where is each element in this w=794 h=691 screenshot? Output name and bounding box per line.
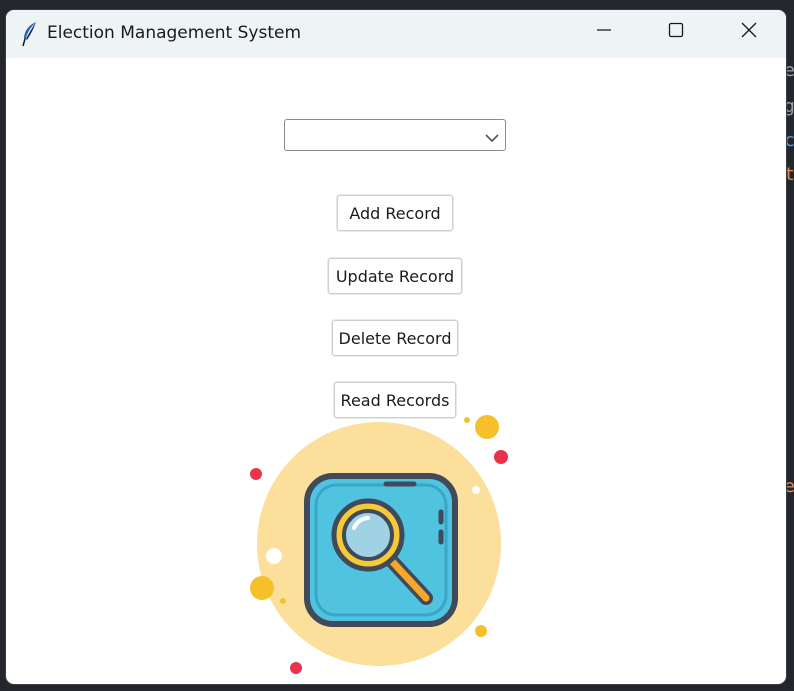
close-button[interactable]	[717, 10, 781, 54]
magnifier-search-icon	[250, 415, 508, 674]
record-type-combobox[interactable]	[284, 119, 506, 151]
close-icon	[741, 22, 757, 42]
maximize-button[interactable]	[644, 10, 708, 54]
title-bar[interactable]: Election Management System	[6, 10, 786, 58]
update-record-button[interactable]: Update Record	[328, 258, 462, 294]
app-window: Election Management System Add Record Up…	[6, 10, 786, 684]
maximize-icon	[668, 22, 684, 42]
search-illustration	[236, 400, 526, 684]
feather-icon	[20, 21, 40, 47]
add-record-button[interactable]: Add Record	[337, 195, 453, 231]
window-title: Election Management System	[47, 23, 302, 43]
minimize-icon	[596, 22, 612, 42]
delete-record-button[interactable]: Delete Record	[332, 320, 458, 356]
minimize-button[interactable]	[572, 10, 636, 54]
chevron-down-icon[interactable]	[485, 129, 499, 143]
